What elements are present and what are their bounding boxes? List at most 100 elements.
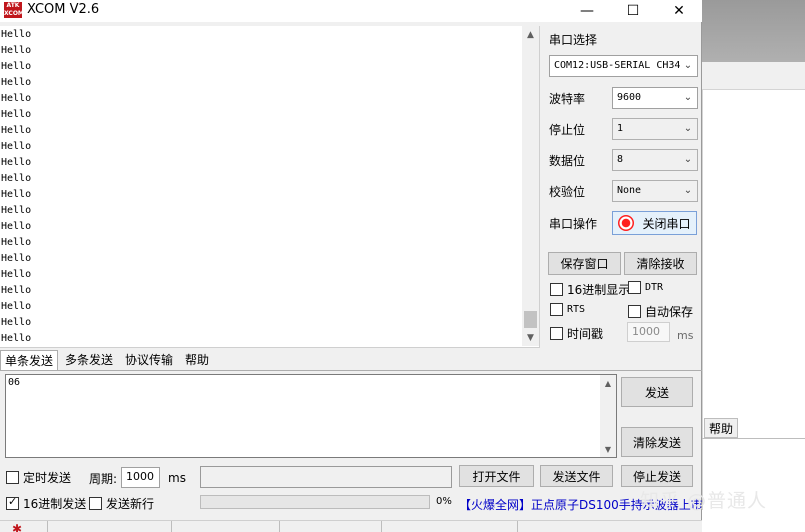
send-button[interactable]: 发送 — [621, 377, 693, 407]
scroll-down-icon[interactable]: ▼ — [522, 329, 539, 346]
tab-multi-send[interactable]: 多条发送 — [61, 350, 117, 370]
open-file-button[interactable]: 打开文件 — [459, 465, 534, 487]
timestamp-ms-label: ms — [677, 329, 694, 342]
parity-label: 校验位 — [549, 185, 586, 199]
auto-save-checkbox[interactable]: 自动保存 — [628, 303, 693, 320]
timestamp-interval-input[interactable]: 1000 — [627, 322, 670, 342]
maximize-button[interactable]: ☐ — [610, 0, 656, 22]
rts-checkbox[interactable]: RTS — [550, 303, 585, 316]
status-cell — [280, 521, 382, 532]
data-bits-value: 8 — [617, 154, 624, 165]
close-button[interactable]: ✕ — [656, 0, 702, 22]
tab-protocol[interactable]: 协议传输 — [121, 350, 177, 370]
scroll-up-icon[interactable]: ▲ — [600, 375, 616, 391]
receive-scrollbar[interactable]: ▲ ▼ — [522, 26, 539, 346]
timestamp-checkbox[interactable]: 时间戳 — [550, 325, 603, 342]
checkbox-box[interactable] — [628, 281, 641, 294]
title-bar: ATK XCOM XCOM V2.6 — ☐ ✕ — [0, 0, 702, 22]
receive-area[interactable]: Hello Hello Hello Hello Hello Hello Hell… — [0, 26, 540, 348]
checkbox-box[interactable] — [6, 471, 19, 484]
port-select-value: COM12:USB-SERIAL CH34 — [554, 60, 681, 71]
chevron-down-icon: ⌄ — [683, 154, 693, 165]
background-tab-line — [702, 438, 805, 439]
watermark: 知乎 @普通人 — [640, 490, 768, 512]
baud-rate-value: 9600 — [617, 92, 642, 103]
port-select-label: 串口选择 — [549, 33, 598, 47]
save-window-button[interactable]: 保存窗口 — [548, 252, 621, 275]
window-title: XCOM V2.6 — [27, 2, 100, 17]
hex-display-label: 16进制显示 — [567, 283, 631, 297]
checkbox-box[interactable] — [550, 327, 563, 340]
status-cell — [172, 521, 280, 532]
period-ms-label: ms — [168, 471, 186, 485]
tab-single-send[interactable]: 单条发送 — [0, 350, 59, 370]
gear-icon[interactable]: ✱ — [12, 522, 22, 532]
close-port-label: 关闭串口 — [642, 216, 691, 231]
file-path-field[interactable] — [200, 466, 452, 488]
stop-bits-select[interactable]: 1 ⌄ — [612, 118, 698, 140]
dtr-label: DTR — [645, 282, 664, 293]
send-file-button[interactable]: 发送文件 — [540, 465, 613, 487]
data-bits-label: 数据位 — [549, 154, 586, 168]
clear-send-button[interactable]: 清除发送 — [621, 427, 693, 457]
chevron-down-icon: ⌄ — [683, 92, 693, 103]
scroll-down-icon[interactable]: ▼ — [600, 441, 616, 457]
background-titlebar — [702, 0, 805, 62]
send-progress-percent: 0% — [436, 496, 452, 507]
background-divider — [702, 90, 703, 510]
port-select[interactable]: COM12:USB-SERIAL CH34 ⌄ — [549, 55, 698, 77]
background-window: 帮助 — [702, 0, 805, 532]
hex-send-label: 16进制发送 — [23, 497, 87, 511]
status-bar — [0, 520, 702, 532]
scroll-up-icon[interactable]: ▲ — [522, 26, 539, 43]
send-input-area[interactable]: 06 ▲ ▼ — [5, 374, 617, 458]
checkbox-box[interactable] — [89, 497, 102, 510]
hex-display-checkbox[interactable]: 16进制显示 — [550, 281, 630, 298]
send-newline-label: 发送新行 — [106, 497, 155, 511]
status-cell — [382, 521, 518, 532]
timestamp-label: 时间戳 — [567, 327, 604, 341]
xcom-window: ATK XCOM XCOM V2.6 — ☐ ✕ Hello Hello Hel… — [0, 0, 703, 532]
period-input[interactable]: 1000 — [121, 467, 160, 488]
baud-rate-label: 波特率 — [549, 92, 586, 106]
status-led-icon — [618, 215, 635, 231]
status-cell — [0, 521, 48, 532]
background-tab-help[interactable]: 帮助 — [704, 418, 739, 438]
stop-bits-label: 停止位 — [549, 123, 586, 137]
dtr-checkbox[interactable]: DTR — [628, 281, 663, 294]
rts-label: RTS — [567, 304, 586, 315]
checkbox-box[interactable] — [6, 495, 19, 510]
status-cell — [48, 521, 172, 532]
background-toolbar — [702, 62, 805, 90]
send-text: 06 — [8, 377, 21, 388]
xcom-logo-icon: ATK XCOM — [4, 2, 24, 18]
parity-select[interactable]: None ⌄ — [612, 180, 698, 202]
chevron-down-icon: ⌄ — [683, 185, 693, 196]
baud-rate-select[interactable]: 9600 ⌄ — [612, 87, 698, 109]
timed-send-checkbox[interactable]: 定时发送 — [6, 469, 71, 486]
receive-text: Hello Hello Hello Hello Hello Hello Hell… — [1, 29, 32, 344]
stop-send-button[interactable]: 停止发送 — [621, 465, 693, 487]
hex-send-checkbox[interactable]: 16进制发送 — [6, 495, 86, 512]
minimize-button[interactable]: — — [564, 0, 610, 22]
parity-value: None — [617, 185, 642, 196]
send-scrollbar[interactable]: ▲ ▼ — [600, 375, 616, 457]
clear-receive-button[interactable]: 清除接收 — [624, 252, 697, 275]
checkbox-box[interactable] — [550, 283, 563, 296]
timed-send-label: 定时发送 — [23, 471, 72, 485]
checkbox-box[interactable] — [550, 303, 563, 316]
tab-divider — [0, 370, 702, 371]
send-progress-bar — [200, 495, 430, 509]
auto-save-label: 自动保存 — [645, 305, 694, 319]
period-label: 周期: — [89, 472, 118, 486]
chevron-down-icon: ⌄ — [683, 123, 693, 134]
port-operation-label: 串口操作 — [549, 217, 598, 231]
checkbox-box[interactable] — [628, 305, 641, 318]
data-bits-select[interactable]: 8 ⌄ — [612, 149, 698, 171]
stop-bits-value: 1 — [617, 123, 624, 134]
scroll-thumb[interactable] — [524, 311, 537, 328]
tab-help[interactable]: 帮助 — [181, 350, 213, 370]
close-port-button[interactable]: 关闭串口 — [612, 211, 697, 235]
chevron-down-icon: ⌄ — [683, 60, 693, 71]
send-newline-checkbox[interactable]: 发送新行 — [89, 495, 154, 512]
